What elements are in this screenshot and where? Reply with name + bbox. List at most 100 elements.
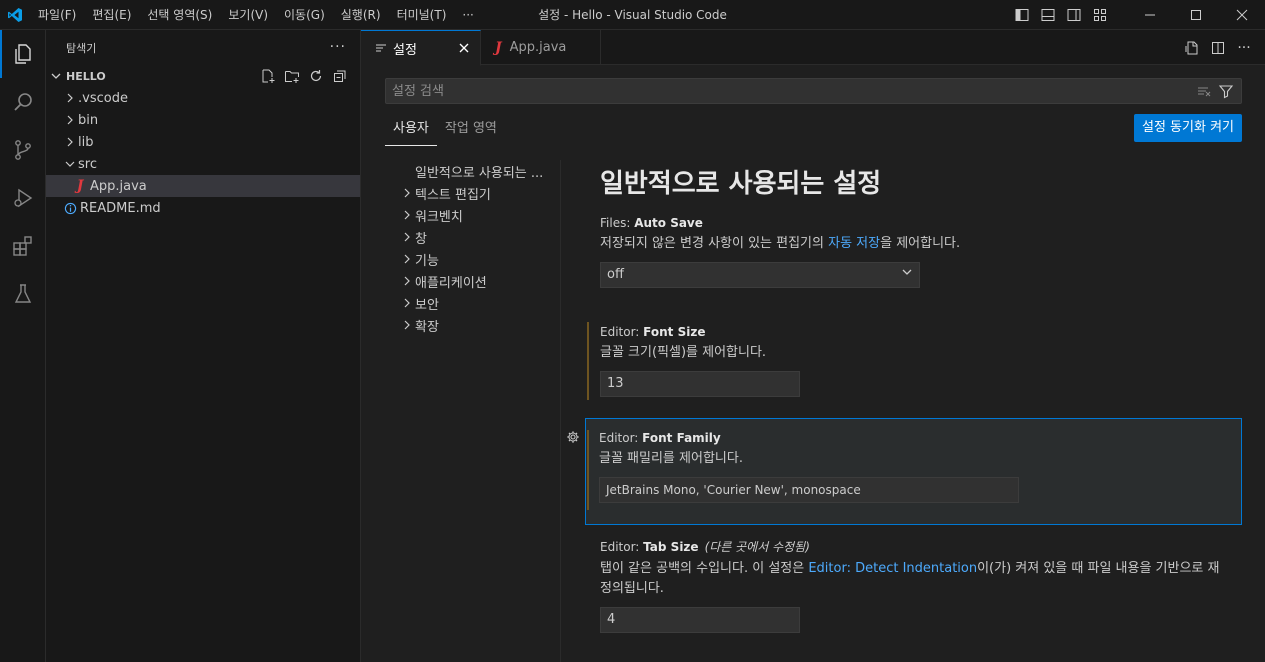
collapse-all-icon[interactable] — [328, 65, 352, 87]
close-window-icon[interactable] — [1219, 0, 1265, 30]
workspace-folder-header[interactable]: HELLO — [46, 65, 360, 87]
info-icon — [60, 202, 80, 215]
customize-layout-icon[interactable] — [1087, 0, 1113, 30]
refresh-icon[interactable] — [304, 65, 328, 87]
chevron-down-icon — [62, 159, 78, 169]
setting-title: Editor: Tab Size (다른 곳에서 수정됨) — [600, 540, 810, 554]
toggle-panel-icon[interactable] — [1035, 0, 1061, 30]
new-file-icon[interactable] — [256, 65, 280, 87]
tree-item-readme[interactable]: README.md — [46, 197, 360, 219]
tree-item-label: App.java — [90, 178, 147, 194]
font-family-input[interactable]: JetBrains Mono, 'Courier New', monospace — [599, 477, 1019, 503]
chevron-right-icon — [399, 276, 415, 286]
tab-user-settings[interactable]: 사용자 — [385, 118, 437, 146]
toc-label: 텍스트 편집기 — [415, 187, 491, 203]
chevron-right-icon — [399, 320, 415, 330]
editor-area: 설정 J App.java ··· 사용자 작업 영역 설정 동기화 켜기 일반… — [361, 30, 1265, 662]
gear-icon[interactable] — [566, 430, 580, 448]
detect-indentation-link[interactable]: Editor: Detect Indentation — [808, 561, 977, 576]
close-tab-icon[interactable] — [458, 42, 470, 54]
explorer-sidebar: 탐색기 ··· HELLO .vscode bin lib src J App.… — [46, 30, 361, 662]
new-folder-icon[interactable] — [280, 65, 304, 87]
setting-description: 탭이 같은 공백의 수입니다. 이 설정은 Editor: Detect Ind… — [600, 561, 1220, 596]
chevron-right-icon — [399, 210, 415, 220]
toc-text-editor[interactable]: 텍스트 편집기 — [385, 182, 560, 204]
filter-icon[interactable] — [1215, 81, 1237, 101]
workspace-folder-name: HELLO — [66, 69, 106, 83]
toggle-primary-sidebar-icon[interactable] — [1009, 0, 1035, 30]
menu-edit[interactable]: 편집(E) — [84, 4, 139, 26]
tab-settings[interactable]: 설정 — [361, 30, 481, 66]
settings-toc: 일반적으로 사용되는 ... 텍스트 편집기 워크벤치 창 기능 애플리케이션 … — [385, 160, 561, 662]
toc-extensions[interactable]: 확장 — [385, 314, 560, 336]
search-icon[interactable] — [0, 78, 46, 126]
java-file-icon: J — [495, 39, 502, 56]
run-debug-icon[interactable] — [0, 174, 46, 222]
chevron-down-icon — [901, 263, 913, 287]
tree-item-label: src — [78, 156, 97, 172]
tree-item-vscode[interactable]: .vscode — [46, 87, 360, 109]
setting-title: Files: Auto Save — [600, 216, 703, 230]
clear-filter-icon[interactable] — [1193, 81, 1215, 101]
menu-selection[interactable]: 선택 영역(S) — [139, 4, 220, 26]
menu-go[interactable]: 이동(G) — [276, 4, 333, 26]
setting-editor-font-size: Editor: Font Size 글꼴 크기(픽셀)를 제어합니다. 13 — [587, 322, 1242, 400]
chevron-right-icon — [399, 298, 415, 308]
chevron-right-icon — [62, 137, 78, 147]
tree-item-lib[interactable]: lib — [46, 131, 360, 153]
tab-workspace-settings[interactable]: 작업 영역 — [437, 118, 505, 146]
section-title: 일반적으로 사용되는 설정 — [600, 169, 882, 199]
modified-elsewhere-note[interactable]: (다른 곳에서 수정됨) — [705, 540, 810, 554]
toggle-secondary-sidebar-icon[interactable] — [1061, 0, 1087, 30]
setting-description: 글꼴 패밀리를 제어합니다. — [599, 451, 743, 466]
open-settings-json-icon[interactable] — [1179, 30, 1205, 65]
more-actions-icon[interactable]: ··· — [330, 39, 346, 55]
split-editor-icon[interactable] — [1205, 30, 1231, 65]
toc-commonly-used[interactable]: 일반적으로 사용되는 ... — [385, 160, 560, 182]
toc-security[interactable]: 보안 — [385, 292, 560, 314]
toc-window[interactable]: 창 — [385, 226, 560, 248]
source-control-icon[interactable] — [0, 126, 46, 174]
turn-on-settings-sync-button[interactable]: 설정 동기화 켜기 — [1134, 114, 1242, 142]
auto-save-link[interactable]: 자동 저장 — [828, 236, 880, 251]
modified-indicator — [587, 430, 589, 510]
chevron-right-icon — [399, 188, 415, 198]
sidebar-header: 탐색기 ··· — [46, 30, 360, 65]
settings-file-icon — [375, 42, 387, 54]
menu-terminal[interactable]: 터미널(T) — [389, 4, 455, 26]
more-editor-actions-icon[interactable]: ··· — [1231, 30, 1257, 65]
menu-view[interactable]: 보기(V) — [220, 4, 276, 26]
tree-item-label: README.md — [80, 200, 161, 216]
tab-size-input[interactable]: 4 — [600, 607, 800, 633]
tree-item-label: .vscode — [78, 90, 128, 106]
minimize-icon[interactable] — [1127, 0, 1173, 30]
font-size-input[interactable]: 13 — [600, 371, 800, 397]
tree-item-bin[interactable]: bin — [46, 109, 360, 131]
tab-app-java[interactable]: J App.java — [481, 30, 601, 65]
auto-save-select[interactable]: off — [600, 262, 920, 288]
settings-search-input[interactable] — [386, 79, 1176, 103]
menu-more[interactable]: ··· — [454, 4, 481, 26]
toc-features[interactable]: 기능 — [385, 248, 560, 270]
tab-label: 설정 — [393, 42, 417, 58]
maximize-icon[interactable] — [1173, 0, 1219, 30]
chevron-right-icon — [62, 115, 78, 125]
title-bar: 파일(F) 편집(E) 선택 영역(S) 보기(V) 이동(G) 실행(R) 터… — [0, 0, 1265, 30]
tree-item-label: lib — [78, 134, 94, 150]
toc-label: 기능 — [415, 253, 439, 269]
toc-application[interactable]: 애플리케이션 — [385, 270, 560, 292]
tree-item-src[interactable]: src — [46, 153, 360, 175]
extensions-icon[interactable] — [0, 222, 46, 270]
menu-run[interactable]: 실행(R) — [333, 4, 389, 26]
toc-workbench[interactable]: 워크벤치 — [385, 204, 560, 226]
java-file-icon: J — [76, 178, 84, 194]
chevron-right-icon — [399, 232, 415, 242]
explorer-icon[interactable] — [0, 30, 46, 78]
testing-icon[interactable] — [0, 270, 46, 318]
tree-item-app-java[interactable]: J App.java — [46, 175, 360, 197]
sidebar-title: 탐색기 — [66, 41, 97, 55]
settings-search-box — [385, 78, 1242, 104]
setting-description: 저장되지 않은 변경 사항이 있는 편집기의 자동 저장을 제어합니다. — [600, 236, 961, 251]
menu-file[interactable]: 파일(F) — [30, 4, 84, 26]
vscode-logo-icon[interactable] — [0, 0, 30, 30]
